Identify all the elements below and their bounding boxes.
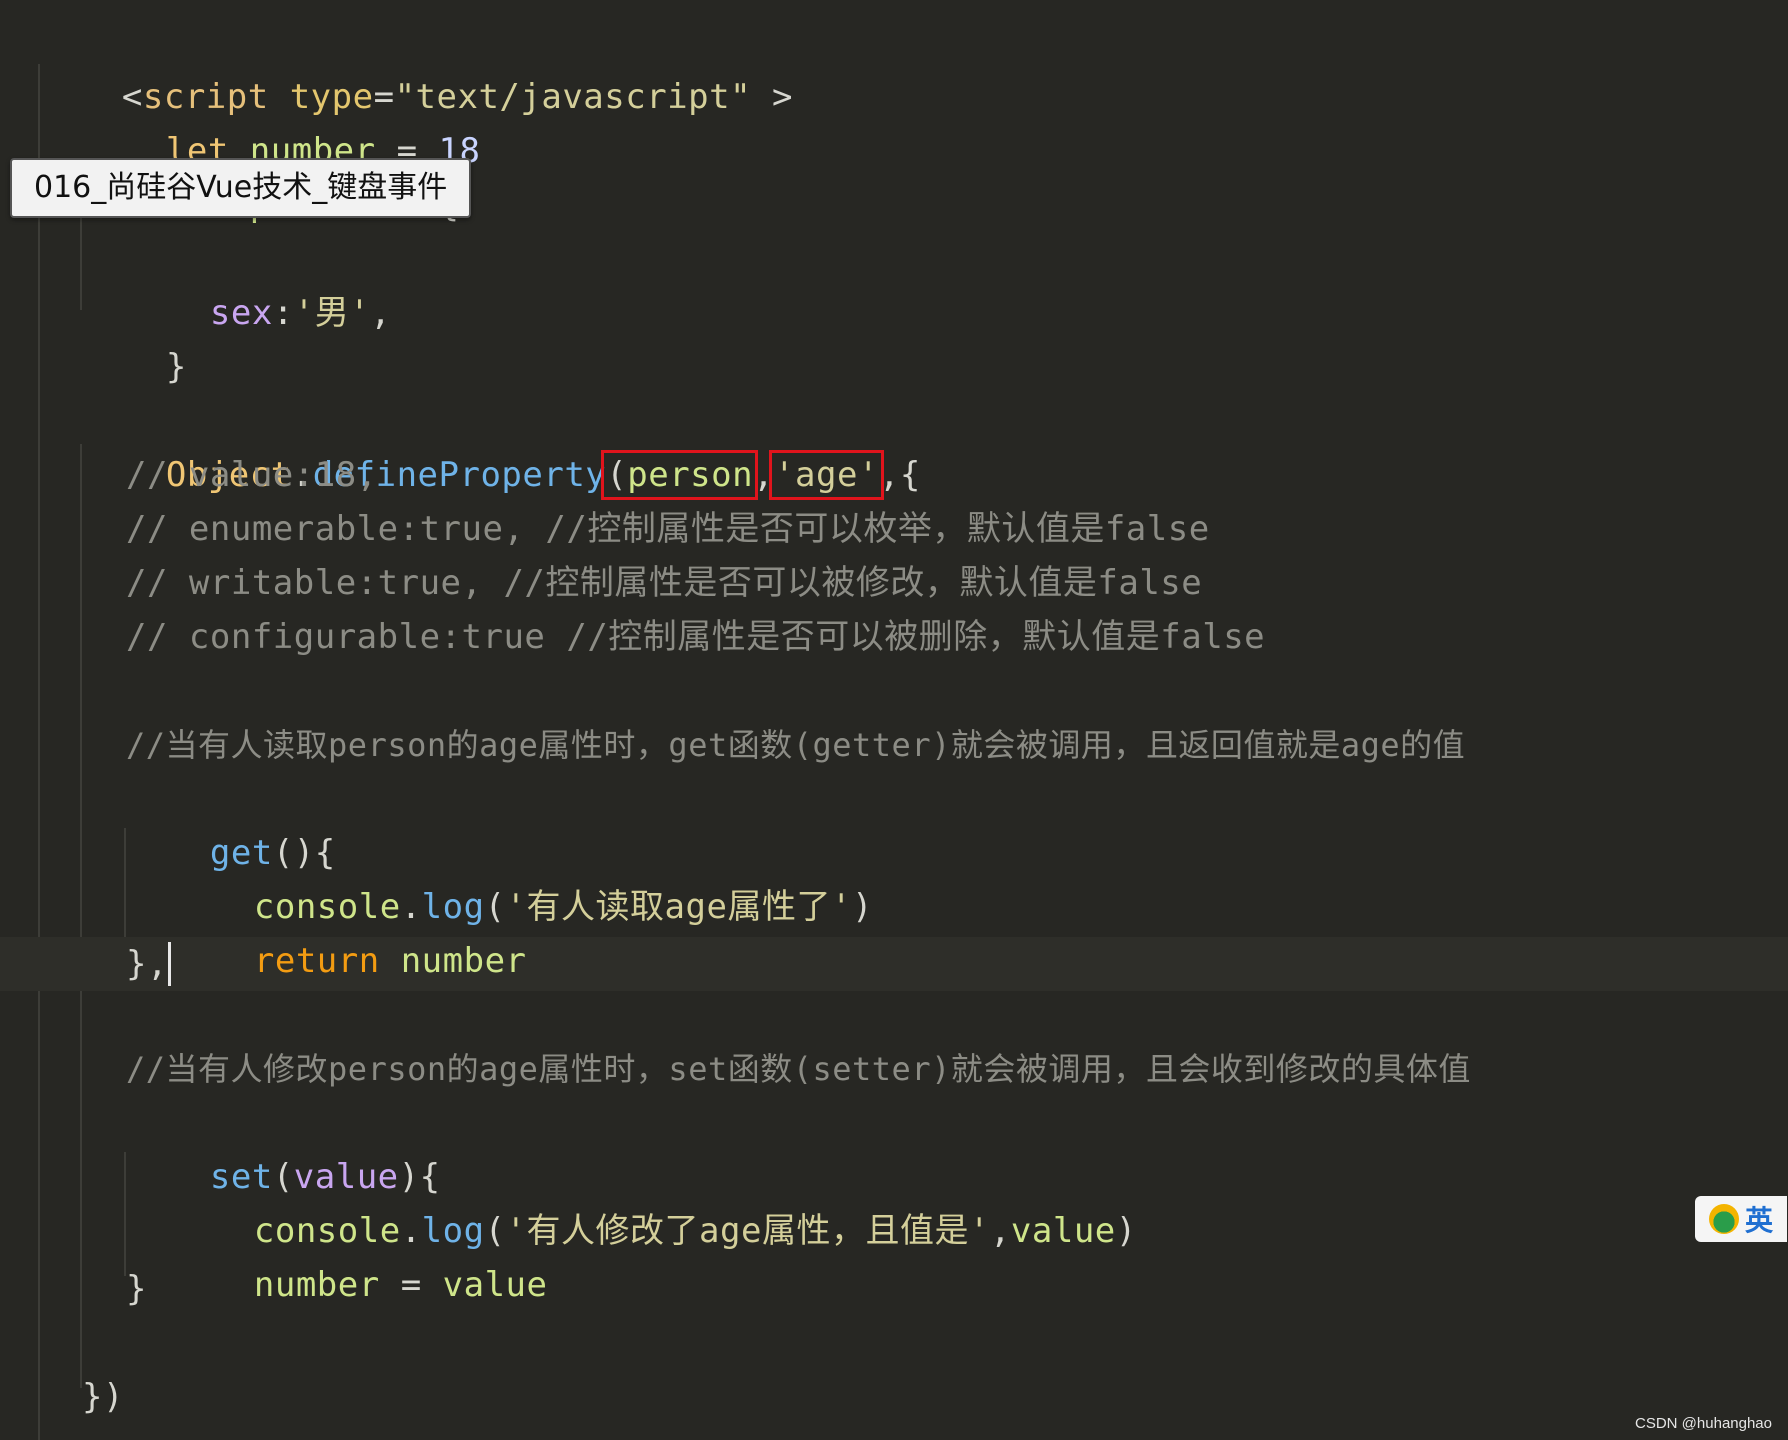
code-line-13[interactable]: console.log('有人读取age属性了') [170, 826, 873, 927]
token: , [989, 1211, 1011, 1251]
code-line-15[interactable]: }, [126, 937, 168, 991]
code-line-21[interactable]: }) [82, 1370, 124, 1424]
code-line-19[interactable]: number = value [170, 1204, 548, 1305]
token: > [751, 77, 794, 117]
token: { [899, 455, 921, 495]
token: , [370, 293, 392, 333]
code-line-5[interactable]: } [82, 286, 187, 387]
token: ) [851, 887, 873, 927]
token: '有人读取age属性了' [505, 887, 852, 927]
token: : [272, 293, 294, 333]
indent-guide [38, 64, 40, 1440]
code-line-2[interactable]: let number = 18 [82, 70, 481, 171]
code-line-6[interactable]: Object.defineProperty(person,'age',{ [82, 394, 921, 500]
token: value [442, 1265, 548, 1305]
token: person [627, 455, 754, 495]
token: value [1010, 1211, 1116, 1251]
code-line-7[interactable]: // value:18, [126, 448, 378, 502]
code-line-12[interactable]: get(){ [126, 772, 336, 873]
token: sex [209, 293, 273, 333]
highlight-box-age: 'age' [769, 450, 884, 500]
code-line-17[interactable]: set(value){ [126, 1096, 441, 1197]
token: = [379, 1265, 443, 1305]
token: ( [606, 455, 628, 495]
token: ) [1115, 1211, 1137, 1251]
video-title-tooltip: 016_尚硅谷Vue技术_键盘事件 [10, 158, 472, 218]
text-caret [168, 942, 171, 986]
highlight-box-person: (person [601, 450, 759, 500]
ime-language-label: 英 [1744, 1204, 1773, 1237]
token: , [878, 455, 900, 495]
token: , [753, 455, 775, 495]
code-line-4[interactable]: sex:'男', [126, 232, 391, 333]
token: } [165, 347, 187, 387]
token: number [253, 1265, 380, 1305]
token: return [253, 941, 380, 981]
code-line-11[interactable]: //当有人读取person的age属性时，get函数(getter)就会被调用，… [126, 718, 1465, 772]
code-line-8[interactable]: // enumerable:true, //控制属性是否可以枚举，默认值是fal… [126, 502, 1210, 556]
code-line-14[interactable]: return number [170, 880, 527, 981]
ime-logo-icon [1708, 1204, 1739, 1234]
token: number [400, 941, 527, 981]
code-line-18[interactable]: console.log('有人修改了age属性，且值是',value) [170, 1150, 1137, 1251]
token: 'age' [774, 455, 879, 495]
token: '有人修改了age属性，且值是' [505, 1211, 990, 1251]
code-line-20[interactable]: } [126, 1262, 147, 1316]
watermark: CSDN @huhanghao [1635, 1415, 1772, 1432]
indent-guide [80, 444, 82, 1388]
code-line-1[interactable]: <script type="text/javascript" > [38, 16, 793, 117]
ime-indicator[interactable]: 英 [1695, 1196, 1787, 1242]
token: '男' [293, 293, 371, 333]
code-line-9[interactable]: // writable:true, //控制属性是否可以被修改，默认值是fals… [126, 556, 1202, 610]
code-line-10[interactable]: // configurable:true //控制属性是否可以被删除，默认值是f… [126, 610, 1265, 664]
code-line-16[interactable]: //当有人修改person的age属性时，set函数(setter)就会被调用，… [126, 1042, 1471, 1096]
